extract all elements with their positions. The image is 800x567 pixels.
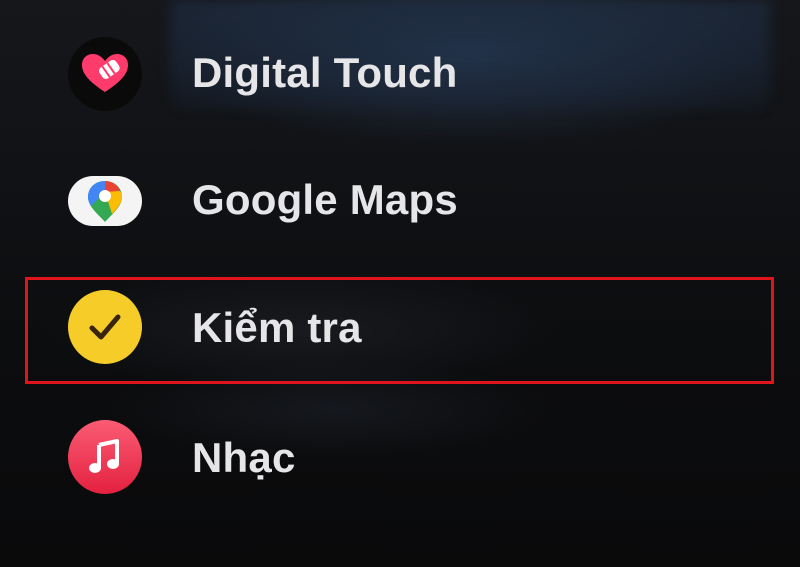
app-label-google-maps: Google Maps bbox=[192, 176, 458, 223]
highlight-box bbox=[25, 277, 774, 384]
music-note-icon bbox=[68, 420, 142, 494]
app-row-digital-touch[interactable]: Digital Touch bbox=[0, 25, 800, 125]
google-maps-pin-icon bbox=[68, 176, 142, 226]
app-row-google-maps[interactable]: Google Maps bbox=[0, 152, 800, 252]
digital-touch-heart-icon bbox=[68, 37, 142, 111]
app-list-screen: Digital Touch Google Maps Kiểm tra Nhạc bbox=[0, 0, 800, 567]
app-label-nhac: Nhạc bbox=[192, 434, 296, 481]
app-row-nhac[interactable]: Nhạc bbox=[0, 408, 800, 508]
app-label-digital-touch: Digital Touch bbox=[192, 49, 458, 96]
